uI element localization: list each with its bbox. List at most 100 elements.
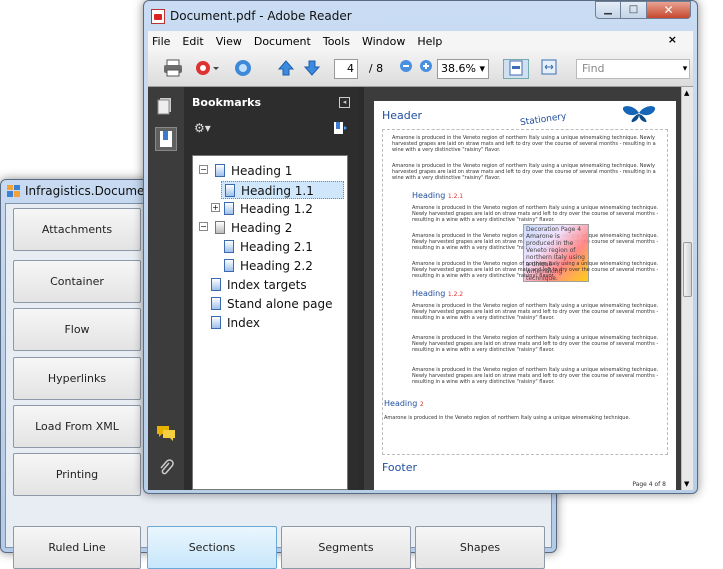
- zoom-out-icon[interactable]: [398, 59, 414, 79]
- zoom-in-icon[interactable]: [418, 59, 434, 79]
- bookmark-icon: [225, 184, 235, 197]
- bookmarks-panel: Bookmarks ◂ ⚙▾ − Heading 1 Heading 1.1 + H…: [184, 87, 358, 490]
- menu-file[interactable]: File: [152, 35, 170, 48]
- bookmark-heading-2-2[interactable]: Heading 2.2: [224, 257, 313, 275]
- collapse-icon[interactable]: −: [199, 165, 208, 174]
- heading-number: 2: [419, 401, 424, 408]
- heading-2: Heading 2: [384, 399, 424, 408]
- next-page-icon[interactable]: [302, 59, 322, 79]
- bookmark-heading-1-1[interactable]: Heading 1.1: [221, 181, 344, 199]
- bookmark-icon: [211, 316, 221, 329]
- butterfly-icon: [622, 105, 656, 128]
- bookmark-label: Heading 1.1: [241, 184, 314, 198]
- sections-button[interactable]: Sections: [147, 526, 277, 569]
- bookmark-icon: [224, 240, 234, 253]
- menu-help[interactable]: Help: [417, 35, 442, 48]
- bookmark-stand-alone-page[interactable]: Stand alone page: [211, 295, 333, 313]
- scrollbar-thumb[interactable]: [683, 242, 692, 297]
- menu-tools[interactable]: Tools: [323, 35, 350, 48]
- close-button[interactable]: ✕: [647, 1, 691, 19]
- bookmark-label: Heading 1.2: [240, 202, 313, 216]
- expand-icon[interactable]: +: [211, 203, 220, 212]
- print-icon[interactable]: [162, 59, 184, 79]
- paragraph: Amarone is produced in the Veneto region…: [412, 205, 659, 223]
- segments-button[interactable]: Segments: [281, 526, 411, 569]
- fit-page-icon[interactable]: [503, 59, 529, 79]
- menu-view[interactable]: View: [216, 35, 242, 48]
- bookmarks-header: Bookmarks ◂: [184, 87, 358, 117]
- paragraph: Amarone is produced in the Veneto region…: [412, 261, 659, 279]
- heading-text: Heading: [412, 289, 446, 298]
- printing-button[interactable]: Printing: [13, 453, 141, 496]
- bookmark-label: Heading 1: [231, 164, 293, 178]
- share-icon[interactable]: [194, 59, 220, 79]
- bookmark-label: Heading 2.2: [240, 259, 313, 273]
- new-bookmark-icon[interactable]: [332, 120, 348, 139]
- find-input[interactable]: Find: [576, 59, 690, 79]
- bookmark-icon: [224, 259, 234, 272]
- title-bar[interactable]: Document.pdf - Adobe Reader ▁ □ ✕: [144, 1, 697, 31]
- vertical-scrollbar[interactable]: ▲ ▼: [681, 87, 693, 490]
- stationery-text: Stationery: [519, 111, 568, 129]
- collapse-panel-icon[interactable]: ◂: [339, 97, 350, 108]
- paragraph: Amarone is produced in the Veneto region…: [392, 163, 656, 181]
- bookmark-icon: [215, 164, 225, 177]
- pages-icon[interactable]: [157, 97, 173, 118]
- comments-icon[interactable]: [156, 425, 176, 444]
- prev-page-icon[interactable]: [276, 59, 296, 79]
- shapes-button[interactable]: Shapes: [415, 526, 545, 569]
- bookmark-label: Index targets: [227, 278, 307, 292]
- window-title: Document.pdf - Adobe Reader: [170, 9, 352, 23]
- hyperlinks-button[interactable]: Hyperlinks: [13, 357, 141, 400]
- heading-1-2-2: Heading 1.2.2: [412, 289, 463, 298]
- bookmark-index-targets[interactable]: Index targets: [211, 276, 307, 294]
- menu-window[interactable]: Window: [362, 35, 405, 48]
- bookmark-label: Heading 2.1: [240, 240, 313, 254]
- menu-edit[interactable]: Edit: [182, 35, 203, 48]
- bookmark-tree: − Heading 1 Heading 1.1 + Heading 1.2 − Hea…: [192, 155, 348, 490]
- heading-text: Heading: [384, 399, 418, 408]
- flow-button[interactable]: Flow: [13, 308, 141, 351]
- maximize-button[interactable]: □: [621, 1, 647, 19]
- bookmark-heading-1-2[interactable]: + Heading 1.2: [211, 200, 313, 218]
- heading-text: Heading: [412, 191, 446, 200]
- fit-width-icon[interactable]: [538, 59, 560, 79]
- container-button[interactable]: Container: [13, 260, 141, 303]
- scroll-down-icon[interactable]: ▼: [684, 480, 689, 488]
- menu-bar: File Edit View Document Tools Window Hel…: [148, 31, 693, 51]
- find-dropdown-icon[interactable]: ▾: [680, 59, 690, 79]
- collapse-icon[interactable]: −: [199, 222, 208, 231]
- options-gear-icon[interactable]: ⚙▾: [194, 121, 211, 135]
- load-from-xml-button[interactable]: Load From XML: [13, 405, 141, 448]
- navigation-pane: [148, 87, 184, 490]
- bookmark-heading-2[interactable]: − Heading 2: [199, 219, 292, 237]
- minimize-button[interactable]: ▁: [595, 1, 621, 19]
- heading-number: 1.2.2: [447, 291, 464, 298]
- attachments-button[interactable]: Attachments: [13, 208, 141, 251]
- bookmark-heading-2-1[interactable]: Heading 2.1: [224, 238, 313, 256]
- reader-client: File Edit View Document Tools Window Hel…: [148, 31, 693, 490]
- scroll-up-icon[interactable]: ▲: [684, 89, 689, 97]
- zoom-level-select[interactable]: 38.6% ▾: [437, 59, 489, 79]
- collaborate-icon[interactable]: [232, 59, 254, 79]
- page-header: Header: [382, 109, 423, 122]
- attachments-clip-icon[interactable]: [158, 459, 174, 480]
- page-number-input[interactable]: 4: [334, 59, 358, 79]
- paragraph: Amarone is produced in the Veneto region…: [412, 303, 659, 321]
- ruled-line-button[interactable]: Ruled Line: [13, 526, 141, 569]
- pdf-page: Header Stationery Amarone is produced in…: [374, 101, 676, 490]
- toolbar: 4 / 8 38.6% ▾ Find ▾: [148, 51, 693, 87]
- bookmark-label: Index: [227, 316, 261, 330]
- bookmarks-title: Bookmarks: [192, 96, 261, 109]
- bookmarks-tab-icon[interactable]: [155, 127, 177, 151]
- bookmark-icon: [211, 297, 221, 310]
- bookmarks-toolbar: ⚙▾: [184, 117, 358, 141]
- bookmark-heading-1[interactable]: − Heading 1: [199, 162, 293, 180]
- paragraph: Amarone is produced in the Veneto region…: [384, 415, 631, 421]
- paragraph: Amarone is produced in the Veneto region…: [412, 367, 659, 385]
- bookmark-index[interactable]: Index: [211, 314, 260, 332]
- menu-document[interactable]: Document: [254, 35, 311, 48]
- doc-close-icon[interactable]: ×: [668, 33, 677, 46]
- page-number-label: Page 4 of 8: [632, 481, 666, 488]
- adobe-reader-window: Document.pdf - Adobe Reader ▁ □ ✕ File E…: [143, 0, 698, 494]
